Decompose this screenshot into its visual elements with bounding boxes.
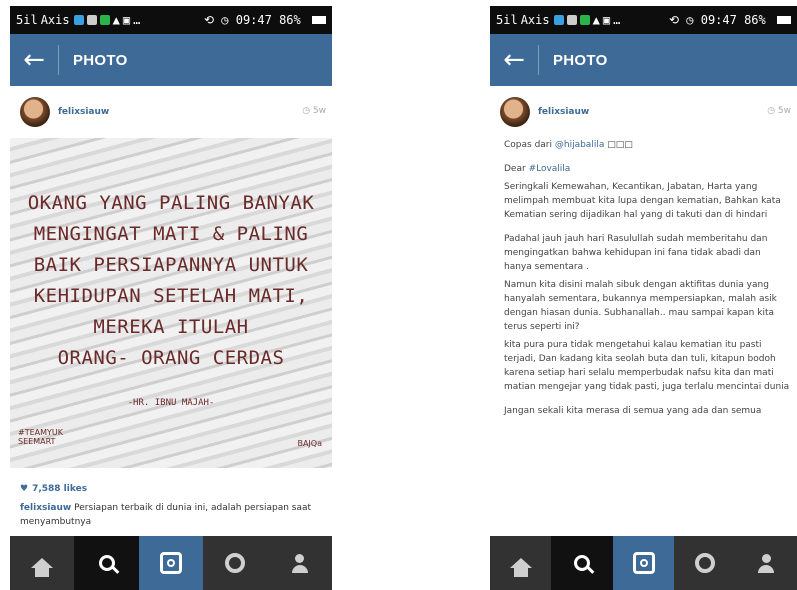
signal-icon: 5il xyxy=(16,13,38,27)
post-photo[interactable]: OKANG YANG PALING BANYAK MENGINGAT MATI … xyxy=(10,138,332,468)
post-time: ◷ 5w xyxy=(302,106,326,116)
quote-source: -HR. IBNU MAJAH- xyxy=(127,398,215,408)
profile-icon xyxy=(291,553,308,573)
battery-icon xyxy=(777,16,791,24)
caption-paragraph: Seringkali Kemewahan, Kecantikan, Jabata… xyxy=(504,182,781,220)
divider xyxy=(538,45,539,75)
tab-camera[interactable] xyxy=(612,536,675,590)
alarm-icon: ◷ xyxy=(686,13,694,27)
activity-icon xyxy=(225,553,246,573)
caption-username[interactable]: felixsiauw xyxy=(20,503,71,513)
notification-icons: ▲ ▣ … xyxy=(553,13,621,27)
clock: ⟲ ◷ 09:47 86% xyxy=(204,13,326,27)
quote-line: MENGINGAT MATI & PALING xyxy=(33,223,309,245)
back-arrow-icon[interactable]: ← xyxy=(10,34,58,86)
camera-icon xyxy=(632,552,655,574)
caption-paragraph: Padahal jauh jauh hari Rasulullah sudah … xyxy=(504,234,768,272)
message-icon: ▣ xyxy=(602,13,611,27)
status-bar: 5il Axis ▲ ▣ … ⟲ ◷ 09:47 86% xyxy=(490,6,797,34)
phone-screen-right: 5il Axis ▲ ▣ … ⟲ ◷ 09:47 86% ← PHOTO fel… xyxy=(490,6,797,590)
avatar[interactable] xyxy=(20,97,50,127)
bbm-icon xyxy=(99,15,110,25)
clock: ⟲ ◷ 09:47 86% xyxy=(669,13,791,27)
app-icon xyxy=(553,15,564,25)
caption-paragraph: kita pura pura tidak mengetahui kalau ke… xyxy=(504,340,790,392)
bottom-nav xyxy=(10,536,332,590)
carrier-name: Axis xyxy=(520,13,550,27)
tab-search[interactable] xyxy=(74,536,139,590)
quote-text: OKANG YANG PALING BANYAK MENGINGAT MATI … xyxy=(10,188,332,374)
tab-profile[interactable] xyxy=(736,536,797,590)
username-link[interactable]: felixsiauw xyxy=(58,107,109,117)
post-caption-full: Copas dari @hijabalila □□□ Dear #Lovalil… xyxy=(504,138,791,422)
post-header: felixsiauw ◷ 5w xyxy=(10,88,332,136)
repost-line: Copas dari @hijabalila □□□ xyxy=(504,140,633,150)
search-icon xyxy=(574,555,591,571)
message-icon: ▣ xyxy=(122,13,131,27)
bbm-icon xyxy=(579,15,590,25)
profile-icon xyxy=(758,553,775,573)
alarm-icon: ◷ xyxy=(221,13,229,27)
carrier-name: Axis xyxy=(40,13,70,27)
app-icon xyxy=(73,15,84,25)
bottom-nav xyxy=(490,536,797,590)
tab-home[interactable] xyxy=(10,536,74,590)
warning-icon: ▲ xyxy=(112,13,120,27)
hashtag-link[interactable]: #Lovalila xyxy=(529,164,571,174)
post-caption: felixsiauw Persiapan terbaik di dunia in… xyxy=(20,501,324,529)
app-bar: ← PHOTO xyxy=(10,34,332,86)
camera-icon xyxy=(160,552,183,574)
app-bar: ← PHOTO xyxy=(490,34,797,86)
gallery-icon xyxy=(566,15,577,25)
quote-line: OKANG YANG PALING BANYAK xyxy=(27,192,315,214)
more-icon: … xyxy=(613,13,621,27)
phone-screen-left: 5il Axis ▲ ▣ … ⟲ ◷ 09:47 86% ← PHOTO fel… xyxy=(10,6,332,590)
home-icon xyxy=(31,558,54,577)
post-time: ◷ 5w xyxy=(767,106,791,116)
tab-activity[interactable] xyxy=(674,536,735,590)
avatar[interactable] xyxy=(500,97,530,127)
gallery-icon xyxy=(86,15,97,25)
divider xyxy=(58,45,59,75)
tab-activity[interactable] xyxy=(203,536,267,590)
page-title: PHOTO xyxy=(73,51,128,69)
more-icon: … xyxy=(133,13,141,27)
vibrate-icon: ⟲ xyxy=(668,13,680,27)
dear-line: Dear #Lovalila xyxy=(504,164,571,174)
tab-home[interactable] xyxy=(490,536,551,590)
tab-camera[interactable] xyxy=(138,536,204,590)
tab-search[interactable] xyxy=(551,536,613,590)
warning-icon: ▲ xyxy=(592,13,600,27)
watermark-right: BAJQa xyxy=(297,439,322,448)
activity-icon xyxy=(694,553,715,573)
likes-count[interactable]: ♥ 7,588 likes xyxy=(20,484,87,494)
username-link[interactable]: felixsiauw xyxy=(538,107,589,117)
search-icon xyxy=(98,555,115,571)
vibrate-icon: ⟲ xyxy=(203,13,215,27)
status-bar: 5il Axis ▲ ▣ … ⟲ ◷ 09:47 86% xyxy=(10,6,332,34)
quote-line: MEREKA ITULAH xyxy=(93,316,249,338)
quote-line: ORANG- ORANG CERDAS xyxy=(57,347,285,369)
mention-link[interactable]: @hijabalila xyxy=(555,140,604,150)
quote-line: KEHIDUPAN SETELAH MATI, xyxy=(33,285,309,307)
battery-icon xyxy=(312,16,326,24)
caption-paragraph: Jangan sekali kita merasa di semua yang … xyxy=(504,406,762,416)
tab-profile[interactable] xyxy=(268,536,332,590)
back-arrow-icon[interactable]: ← xyxy=(490,34,538,86)
watermark-left: #TEAMYUK SEEMART xyxy=(18,428,64,446)
heart-icon: ♥ xyxy=(20,484,29,494)
page-title: PHOTO xyxy=(553,51,608,69)
notification-icons: ▲ ▣ … xyxy=(73,13,141,27)
signal-icon: 5il xyxy=(496,13,518,27)
post-header: felixsiauw ◷ 5w xyxy=(490,88,797,136)
home-icon xyxy=(509,558,532,577)
quote-line: BAIK PERSIAPANNYA UNTUK xyxy=(33,254,309,276)
caption-paragraph: Namun kita disini malah sibuk dengan akt… xyxy=(504,280,777,332)
